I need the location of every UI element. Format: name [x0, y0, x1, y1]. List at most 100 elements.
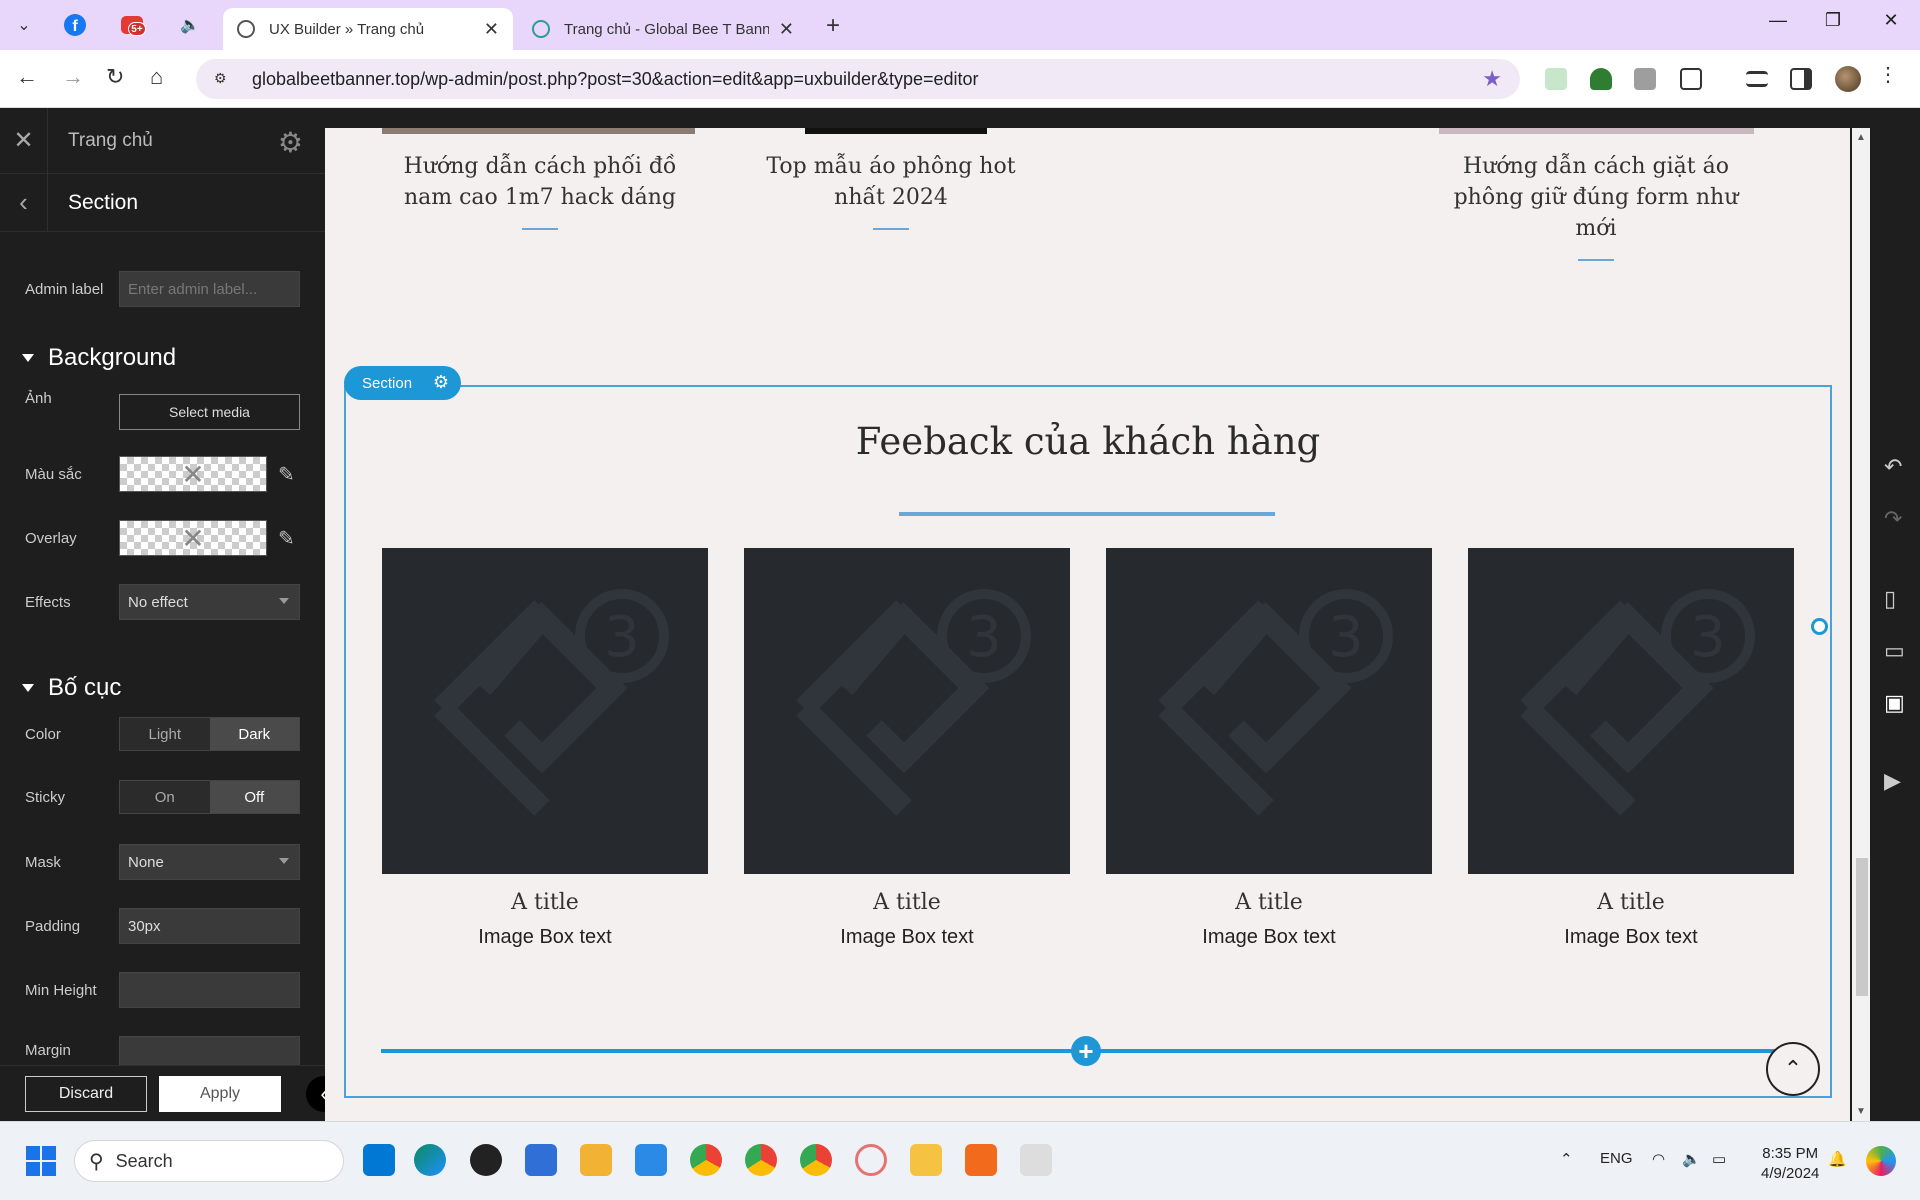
image-box-title[interactable]: A title: [382, 890, 708, 915]
windows-start-icon[interactable]: [26, 1146, 56, 1176]
section-tag[interactable]: Section ⚙: [344, 366, 461, 400]
feedback-heading[interactable]: Feeback của khách hàng: [344, 420, 1832, 463]
scroll-up-icon[interactable]: ▲: [1856, 132, 1866, 143]
forward-icon[interactable]: →: [62, 64, 84, 90]
sticky-on-option[interactable]: On: [120, 781, 210, 813]
close-tab-icon[interactable]: ✕: [484, 19, 499, 40]
post-title[interactable]: Top mẫu áo phông hot nhất 2024: [731, 151, 1051, 213]
add-element-plus-icon[interactable]: +: [1071, 1036, 1101, 1066]
show-hidden-icons-chevron-icon[interactable]: ⌃: [1560, 1150, 1573, 1168]
chrome-app-icon[interactable]: [690, 1144, 722, 1176]
copilot-icon[interactable]: [1866, 1146, 1896, 1176]
eyedropper-icon[interactable]: ✎: [278, 526, 295, 551]
image-box-text[interactable]: Image Box text: [382, 926, 708, 949]
effects-select[interactable]: No effect: [119, 584, 300, 620]
scroll-down-icon[interactable]: ▼: [1856, 1106, 1866, 1117]
section-settings-gear-icon[interactable]: ⚙: [433, 372, 449, 393]
site-info-icon[interactable]: ⚙: [214, 70, 232, 88]
system-clock[interactable]: 8:35 PM 4/9/2024: [1761, 1144, 1819, 1184]
app-tools-icon[interactable]: [910, 1144, 942, 1176]
extension-add-icon[interactable]: [1545, 68, 1567, 90]
post-image[interactable]: [805, 128, 987, 134]
image-box-placeholder[interactable]: 3: [1468, 548, 1794, 874]
facebook-icon[interactable]: f: [64, 14, 86, 36]
redo-icon[interactable]: ↷: [1884, 506, 1902, 532]
dark-option[interactable]: Dark: [209, 718, 299, 750]
close-tab-icon[interactable]: ✕: [779, 19, 794, 40]
bookmark-star-icon[interactable]: ★: [1482, 66, 1502, 92]
edge-app-icon[interactable]: [414, 1144, 446, 1176]
cortana-app-icon[interactable]: [363, 1144, 395, 1176]
wifi-icon[interactable]: ◠: [1652, 1150, 1665, 1168]
admin-label-input[interactable]: Enter admin label...: [119, 271, 300, 307]
tab-search-icon[interactable]: ⌄: [10, 11, 38, 39]
post-image[interactable]: [382, 128, 695, 134]
tab-ux-builder[interactable]: UX Builder » Trang chủ ✕: [223, 8, 513, 50]
tab-trang-chu[interactable]: Trang chủ - Global Bee T Banne ✕: [518, 8, 808, 50]
image-box-title[interactable]: A title: [744, 890, 1070, 915]
preview-play-icon[interactable]: ▶: [1884, 768, 1901, 794]
minimize-icon[interactable]: —: [1758, 10, 1798, 31]
profile-avatar[interactable]: [1835, 66, 1861, 92]
image-box-text[interactable]: Image Box text: [1468, 926, 1794, 949]
image-box-title[interactable]: A title: [1106, 890, 1432, 915]
battery-icon[interactable]: ▭: [1712, 1150, 1726, 1168]
background-group-heading[interactable]: Background: [22, 344, 176, 372]
back-to-top-icon[interactable]: ⌃: [1766, 1042, 1820, 1096]
close-window-icon[interactable]: ✕: [1871, 10, 1911, 31]
chrome-profile-icon[interactable]: [745, 1144, 777, 1176]
reload-icon[interactable]: ↻: [106, 64, 124, 90]
language-indicator[interactable]: ENG: [1600, 1150, 1633, 1167]
back-chevron-icon[interactable]: ‹: [0, 173, 48, 232]
new-tab-icon[interactable]: +: [826, 12, 840, 40]
app-circle-icon[interactable]: [855, 1144, 887, 1176]
post-title[interactable]: Hướng dẫn cách phối đồ nam cao 1m7 hack …: [380, 151, 700, 213]
min-height-input[interactable]: [119, 972, 300, 1008]
notification-bell-icon[interactable]: 🔔: [1828, 1150, 1847, 1168]
file-explorer-icon[interactable]: [580, 1144, 612, 1176]
back-icon[interactable]: ←: [16, 64, 38, 90]
image-box-title[interactable]: A title: [1468, 890, 1794, 915]
dell-app-icon[interactable]: [470, 1144, 502, 1176]
resize-handle[interactable]: [1811, 618, 1828, 635]
mobile-view-icon[interactable]: ▯: [1884, 586, 1896, 612]
restore-icon[interactable]: ❐: [1813, 10, 1853, 31]
desktop-view-icon[interactable]: ▣: [1884, 690, 1905, 716]
address-bar[interactable]: ⚙ globalbeetbanner.top/wp-admin/post.php…: [196, 59, 1520, 99]
layout-group-heading[interactable]: Bố cục: [22, 674, 121, 702]
image-box-placeholder[interactable]: 3: [1106, 548, 1432, 874]
background-color-swatch[interactable]: ✕: [119, 456, 267, 492]
tablet-view-icon[interactable]: ▭: [1884, 638, 1905, 664]
discard-button[interactable]: Discard: [25, 1076, 147, 1112]
image-box-text[interactable]: Image Box text: [1106, 926, 1432, 949]
image-box-placeholder[interactable]: 3: [744, 548, 1070, 874]
store-app-icon[interactable]: [525, 1144, 557, 1176]
extensions-puzzle-icon[interactable]: [1680, 68, 1702, 90]
chrome-profile-icon[interactable]: [800, 1144, 832, 1176]
canvas-scrollbar[interactable]: ▲ ▼: [1852, 128, 1870, 1121]
select-media-button[interactable]: Select media: [119, 394, 300, 430]
post-image[interactable]: [1439, 128, 1754, 134]
snipping-tool-icon[interactable]: [1020, 1144, 1052, 1176]
close-builder-icon[interactable]: ✕: [0, 108, 48, 174]
vscode-app-icon[interactable]: [635, 1144, 667, 1176]
side-panel-icon[interactable]: [1790, 68, 1812, 90]
extension-grey-icon[interactable]: [1634, 68, 1656, 90]
sticky-off-option[interactable]: Off: [209, 781, 299, 813]
media-queue-icon[interactable]: [1746, 71, 1768, 87]
page-settings-gear-icon[interactable]: ⚙: [278, 126, 303, 159]
overlay-color-swatch[interactable]: ✕: [119, 520, 267, 556]
taskbar-search[interactable]: ⚲ Search: [74, 1140, 344, 1182]
xampp-app-icon[interactable]: [965, 1144, 997, 1176]
home-icon[interactable]: ⌂: [150, 64, 163, 90]
eyedropper-icon[interactable]: ✎: [278, 462, 295, 487]
apply-button[interactable]: Apply: [159, 1076, 281, 1112]
scrollbar-thumb[interactable]: [1856, 858, 1868, 996]
extension-tree-icon[interactable]: [1590, 68, 1612, 90]
image-box-placeholder[interactable]: 3: [382, 548, 708, 874]
volume-icon[interactable]: 🔈: [1682, 1150, 1701, 1168]
browser-menu-icon[interactable]: ⋮: [1878, 62, 1900, 86]
image-box-text[interactable]: Image Box text: [744, 926, 1070, 949]
post-title[interactable]: Hướng dẫn cách giặt áo phông giữ đúng fo…: [1436, 151, 1756, 244]
mask-select[interactable]: None: [119, 844, 300, 880]
